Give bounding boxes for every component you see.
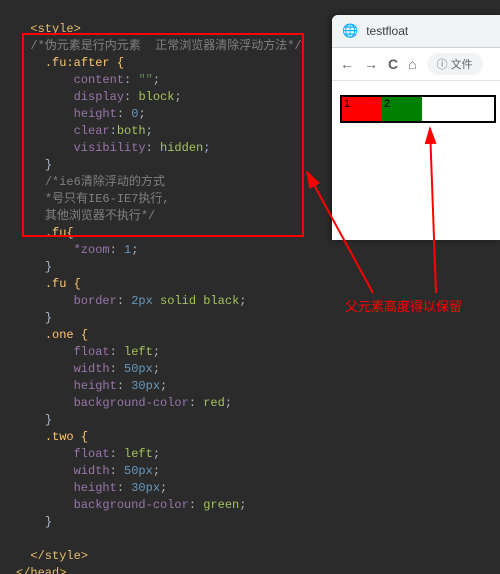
val: "" (138, 73, 152, 87)
selector: .fu:after { (45, 56, 124, 70)
browser-window: 🌐 testfloat ← → C ⌂ ⓘ 文件 1 2 (332, 15, 500, 240)
box-two: 2 (382, 97, 422, 121)
prop: content (74, 73, 124, 87)
info-icon: ⓘ (437, 56, 448, 72)
tab-title: testfloat (366, 24, 408, 38)
selector: .two { (45, 430, 88, 444)
selector: .one { (45, 328, 88, 342)
parent-box: 1 2 (340, 95, 496, 123)
globe-icon: 🌐 (342, 23, 358, 39)
reload-button[interactable]: C (388, 56, 398, 72)
tag: <style> (30, 22, 80, 36)
annotation-label: 父元素高度得以保留 (345, 296, 462, 315)
comment: /*ie6清除浮动的方式 (45, 175, 165, 189)
back-button[interactable]: ← (340, 56, 354, 72)
url-chip[interactable]: ⓘ 文件 (427, 53, 483, 75)
url-label: 文件 (451, 56, 473, 72)
selector: .fu { (45, 277, 81, 291)
box-one: 1 (342, 97, 382, 121)
browser-tab[interactable]: 🌐 testfloat (332, 15, 500, 48)
comment: /*伪元素是行内元素 正常浏览器清除浮动方法*/ (30, 39, 301, 53)
home-button[interactable]: ⌂ (408, 56, 416, 72)
forward-button[interactable]: → (364, 56, 378, 72)
selector: .fu{ (45, 226, 74, 240)
browser-viewport: 1 2 (332, 81, 500, 137)
browser-toolbar: ← → C ⌂ ⓘ 文件 (332, 48, 500, 81)
